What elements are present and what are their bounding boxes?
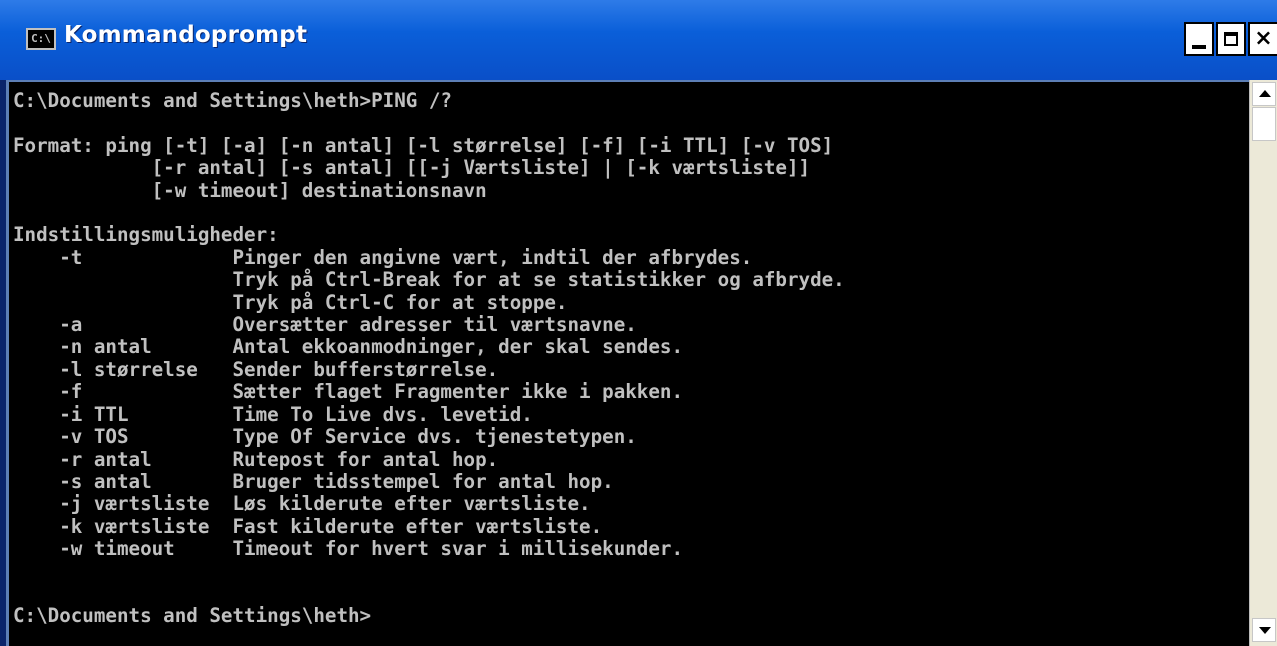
console-line: -s antal Bruger tidsstempel for antal ho… — [13, 469, 614, 493]
console-line: -t Pinger den angivne vært, indtil der a… — [13, 245, 753, 269]
console-line: Tryk på Ctrl-Break for at se statistikke… — [13, 268, 845, 292]
console-line: -j værtsliste Løs kilderute efter værtsl… — [13, 492, 591, 516]
console-line: -r antal Rutepost for antal hop. — [13, 447, 499, 471]
title-bar[interactable]: C:\ Kommandoprompt × — [0, 0, 1277, 80]
console-line: -f Sætter flaget Fragmenter ikke i pakke… — [13, 380, 684, 404]
console-line: C:\Documents and Settings\heth>PING /? — [13, 89, 452, 112]
maximize-icon — [1224, 32, 1238, 46]
console-line: [-r antal] [-s antal] [[-j Værtsliste] |… — [13, 156, 811, 180]
close-button[interactable]: × — [1248, 22, 1277, 56]
minimize-icon — [1192, 45, 1206, 49]
console-area[interactable]: C:\Documents and Settings\heth>PING /? F… — [6, 80, 1249, 646]
console-window: C:\ Kommandoprompt × C:\Documents and Se… — [0, 0, 1277, 646]
scroll-thumb[interactable] — [1252, 107, 1276, 141]
maximize-button[interactable] — [1216, 22, 1246, 56]
window-title: Kommandoprompt — [64, 22, 308, 48]
console-output: C:\Documents and Settings\heth>PING /? F… — [13, 89, 845, 628]
console-line: -a Oversætter adresser til værtsnavne. — [13, 313, 637, 337]
console-line: Tryk på Ctrl-C for at stoppe. — [13, 290, 568, 314]
scroll-up-arrow-icon[interactable] — [1252, 82, 1276, 106]
close-icon: × — [1254, 26, 1273, 51]
console-line: -v TOS Type Of Service dvs. tjenestetype… — [13, 425, 637, 449]
console-line: -l størrelse Sender bufferstørrelse. — [13, 357, 499, 381]
console-line: [-w timeout] destinationsnavn — [13, 178, 487, 202]
console-icon[interactable]: C:\ — [26, 28, 56, 50]
minimize-button[interactable] — [1184, 22, 1214, 56]
scroll-down-arrow-icon[interactable] — [1252, 618, 1276, 642]
vertical-scrollbar[interactable] — [1249, 80, 1277, 646]
console-line: -n antal Antal ekkoanmodninger, der skal… — [13, 335, 684, 359]
console-line: Format: ping [-t] [-a] [-n antal] [-l st… — [13, 133, 834, 157]
console-line: -k værtsliste Fast kilderute efter værts… — [13, 514, 603, 538]
console-line: -i TTL Time To Live dvs. levetid. — [13, 402, 533, 426]
console-line: -w timeout Timeout for hvert svar i mill… — [13, 537, 684, 561]
console-line: Indstillingsmuligheder: — [13, 223, 279, 247]
command-prompt-line[interactable]: C:\Documents and Settings\heth> — [13, 604, 371, 627]
